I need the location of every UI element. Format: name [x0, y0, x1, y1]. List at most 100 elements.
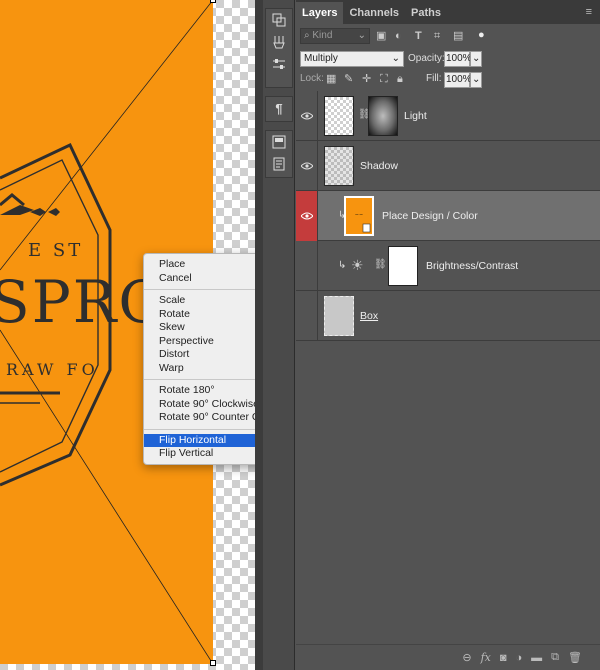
art-text-raw: RAW FO [6, 360, 99, 379]
trash-icon[interactable]: 🗑︎ [568, 651, 582, 664]
kind-filter-label: Kind [312, 30, 333, 41]
blend-mode-value: Multiply [304, 53, 338, 64]
menu-item-cancel[interactable]: Cancel [144, 272, 255, 286]
link-icon: ⛓︎ [374, 259, 387, 270]
fill-dropdown[interactable]: ⌄ [470, 72, 482, 88]
brightness-adjustment-icon: ☀︎ [351, 257, 364, 273]
menu-separator [144, 428, 255, 430]
svg-text:~~: ~~ [355, 212, 363, 218]
filter-toggle-icon[interactable]: ● [478, 27, 485, 43]
layer-thumbnail [324, 296, 354, 336]
filter-adjustment-icon[interactable]: ◐ [395, 28, 402, 44]
menu-item-rotate-90-ccw[interactable]: Rotate 90° Counter Clockwise [144, 411, 255, 425]
layer-row-box[interactable]: Box [296, 291, 600, 341]
lock-transparency-icon[interactable]: ▦ [326, 71, 336, 87]
chevron-down-icon: ⌄ [357, 30, 366, 41]
lock-image-brush-icon[interactable]: ✎ [344, 71, 353, 87]
document-canvas[interactable]: E ST SPRO RAW FO Place Cancel Scale Rota… [0, 0, 255, 670]
new-layer-icon[interactable]: ⧉ [551, 651, 559, 664]
panel-dock-icons: ¶ [263, 0, 295, 670]
menu-item-distort[interactable]: Distort [144, 348, 255, 362]
menu-item-scale[interactable]: Scale [144, 294, 255, 308]
menu-item-warp[interactable]: Warp [144, 362, 255, 376]
toolgroup-bottom [265, 130, 293, 178]
smart-object-thumbnail: ~~ [344, 196, 374, 236]
tab-channels[interactable]: Channels [343, 2, 405, 24]
menu-item-perspective[interactable]: Perspective [144, 335, 255, 349]
menu-item-rotate[interactable]: Rotate [144, 308, 255, 322]
toolgroup-top [265, 8, 293, 88]
mask-icon[interactable]: ◙ [500, 652, 507, 664]
panel-menu-icon[interactable]: ≡ [586, 6, 592, 18]
photoshop-window: E ST SPRO RAW FO Place Cancel Scale Rota… [0, 0, 600, 670]
fill-label: Fill: [426, 73, 442, 84]
transform-handle-top-right[interactable] [210, 0, 216, 3]
layer-thumbnail [324, 96, 354, 136]
chevron-down-icon: ⌄ [391, 53, 400, 64]
fill-value: 100% [446, 74, 472, 85]
lock-artboard-icon[interactable]: ⛶ [380, 71, 388, 87]
transform-context-menu: Place Cancel Scale Rotate Skew Perspecti… [143, 253, 255, 465]
lock-position-icon[interactable]: ✛ [362, 71, 371, 87]
paragraph-icon[interactable]: ¶ [266, 97, 292, 119]
history-brush-icon[interactable] [266, 9, 292, 31]
layer-row-light[interactable]: ⛓︎ Light [296, 91, 600, 141]
blend-mode-select[interactable]: Multiply ⌄ [300, 51, 404, 67]
filter-pixel-icon[interactable]: ▣ [376, 28, 386, 44]
layers-panel: Layers Channels Paths ≡ ⌕ Kind ⌄ ▣ ◐ T ⌗… [296, 0, 600, 670]
layer-mask-thumbnail[interactable] [368, 96, 398, 136]
eye-icon[interactable] [296, 91, 318, 141]
blend-row: Multiply ⌄ Opacity: 100% ⌄ [296, 48, 600, 70]
panel-tabs: Layers Channels Paths ≡ [296, 0, 600, 24]
menu-separator [144, 289, 255, 290]
folder-icon[interactable]: ▬ [531, 652, 542, 664]
adjustments-icon[interactable] [266, 53, 292, 75]
notes-icon[interactable] [266, 153, 292, 175]
tab-paths[interactable]: Paths [405, 2, 447, 24]
layer-row-shadow[interactable]: Shadow [296, 141, 600, 191]
eye-icon[interactable] [296, 141, 318, 191]
menu-item-flip-horizontal[interactable]: Flip Horizontal [144, 433, 255, 447]
eye-icon[interactable] [296, 291, 318, 341]
tab-layers[interactable]: Layers [296, 2, 344, 24]
menu-separator [144, 379, 255, 380]
layer-name: Place Design / Color [382, 210, 478, 222]
search-icon: ⌕ [304, 30, 310, 41]
menu-item-rotate-180[interactable]: Rotate 180° [144, 384, 255, 398]
transform-handle-bottom-right[interactable] [210, 660, 216, 666]
layer-row-brightness-contrast[interactable]: ↳ ☀︎ ⛓︎ Brightness/Contrast [296, 241, 600, 291]
layers-footer: ⊖ fx ◙ ◑ ▬ ⧉ 🗑︎ [296, 644, 600, 670]
adjustment-icon[interactable]: ◑ [516, 652, 523, 664]
lock-all-icon[interactable]: 🔒︎ [397, 71, 403, 87]
layer-row-place-design[interactable]: ↳ ~~ Place Design / Color [296, 191, 600, 241]
filter-type-icon[interactable]: T [415, 28, 422, 44]
clipping-arrow-icon: ↳ [338, 260, 347, 271]
fill-input[interactable]: 100% [444, 72, 472, 88]
layer-thumbnail [324, 146, 354, 186]
link-layers-icon[interactable]: ⊖ [462, 651, 471, 664]
panel-gutter [255, 0, 263, 670]
opacity-dropdown[interactable]: ⌄ [470, 51, 482, 67]
lock-label: Lock: [300, 73, 324, 84]
filter-smart-object-icon[interactable]: ▤ [453, 28, 463, 44]
opacity-input[interactable]: 100% [444, 51, 472, 67]
layer-comps-icon[interactable] [266, 131, 292, 153]
art-text-est: E ST [28, 240, 84, 261]
eye-icon[interactable] [296, 191, 318, 241]
brush-tool-icon[interactable] [266, 31, 292, 53]
layer-mask-thumbnail[interactable] [388, 246, 418, 286]
fx-icon[interactable]: fx [481, 651, 491, 664]
eye-icon[interactable] [296, 241, 318, 291]
opacity-value: 100% [446, 53, 472, 64]
opacity-label: Opacity: [408, 53, 445, 64]
layers-list: ⛓︎ Light Shadow ↳ ~~ Place Design / Colo… [296, 91, 600, 341]
layer-name: Shadow [360, 160, 398, 172]
menu-item-skew[interactable]: Skew [144, 321, 255, 335]
menu-item-flip-vertical[interactable]: Flip Vertical [144, 447, 255, 461]
kind-filter-select[interactable]: ⌕ Kind ⌄ [300, 28, 370, 44]
filter-shape-icon[interactable]: ⌗ [434, 28, 440, 44]
lock-row: Lock: ▦ ✎ ✛ ⛶ 🔒︎ Fill: 100% ⌄ [296, 70, 600, 90]
toolgroup-middle: ¶ [265, 96, 293, 122]
menu-item-place[interactable]: Place [144, 258, 255, 272]
menu-item-rotate-90-cw[interactable]: Rotate 90° Clockwise [144, 398, 255, 412]
